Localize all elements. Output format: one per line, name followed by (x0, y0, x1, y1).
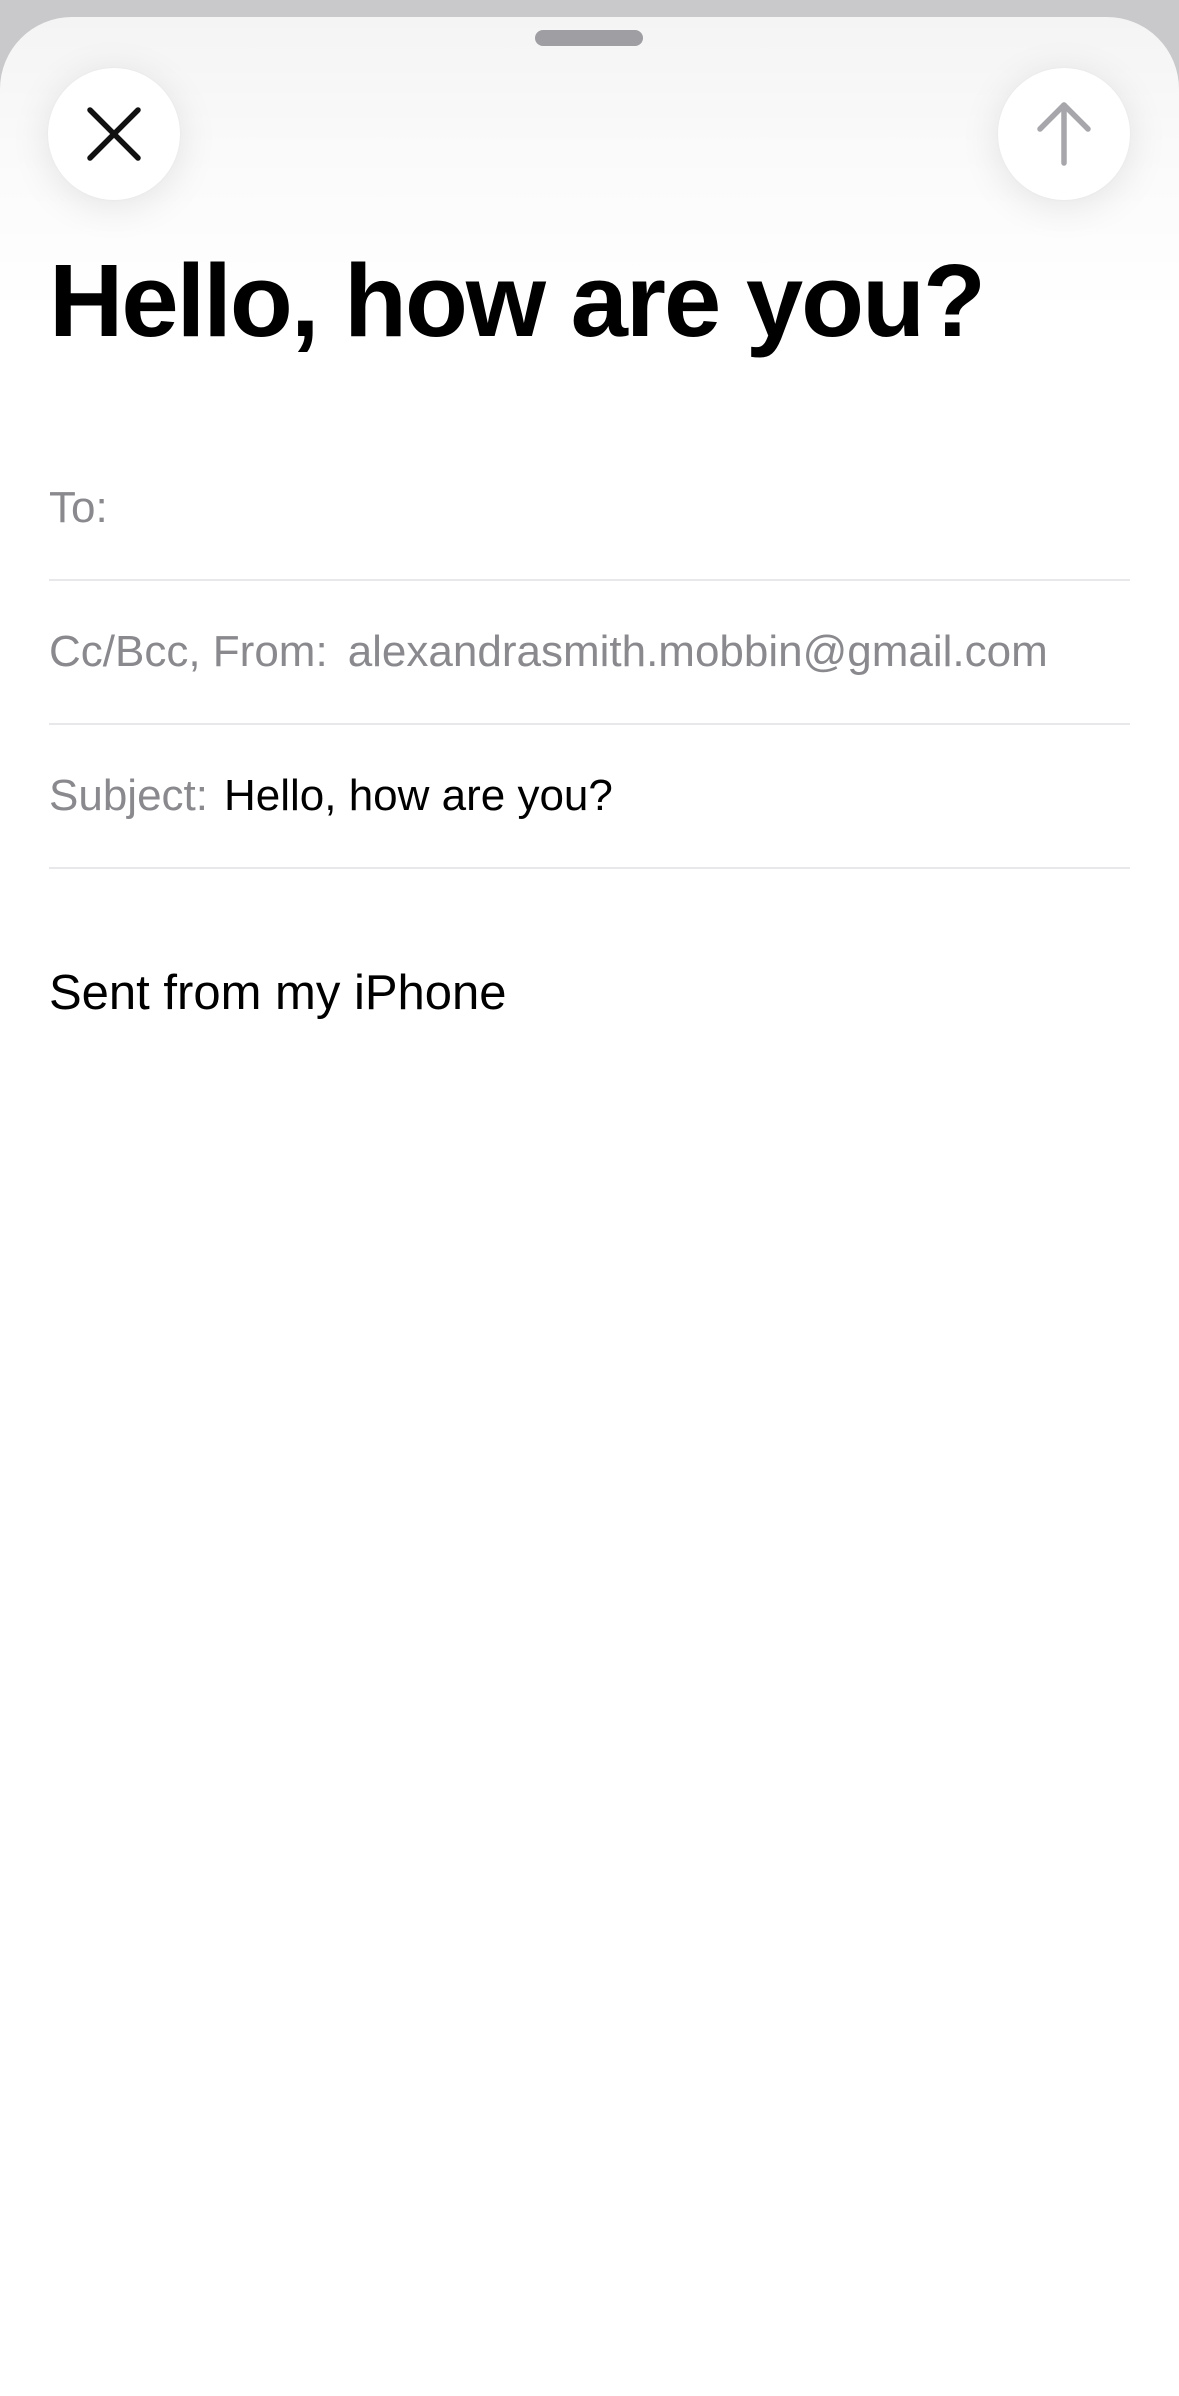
subject-input[interactable]: Hello, how are you? (224, 771, 613, 821)
cc-bcc-from-label: Cc/Bcc, From: (49, 626, 328, 676)
close-button[interactable] (48, 68, 180, 200)
compose-sheet: Hello, how are you? To: Cc/Bcc, From: al… (0, 17, 1179, 2396)
subject-label: Subject: (49, 770, 208, 820)
cc-bcc-from-field[interactable]: Cc/Bcc, From: alexandrasmith.mobbin@gmai… (49, 580, 1130, 725)
from-email[interactable]: alexandrasmith.mobbin@gmail.com (348, 627, 1048, 677)
page-title: Hello, how are you? (49, 243, 986, 358)
to-label: To: (49, 482, 108, 532)
close-icon (84, 104, 144, 164)
subject-field[interactable]: Subject: Hello, how are you? (49, 724, 1130, 869)
sheet-grabber[interactable] (535, 30, 643, 46)
arrow-up-icon (1034, 99, 1094, 169)
to-input[interactable] (108, 436, 1130, 579)
message-body[interactable]: Sent from my iPhone (49, 965, 507, 1021)
send-button[interactable] (998, 68, 1130, 200)
to-field[interactable]: To: (49, 436, 1130, 581)
